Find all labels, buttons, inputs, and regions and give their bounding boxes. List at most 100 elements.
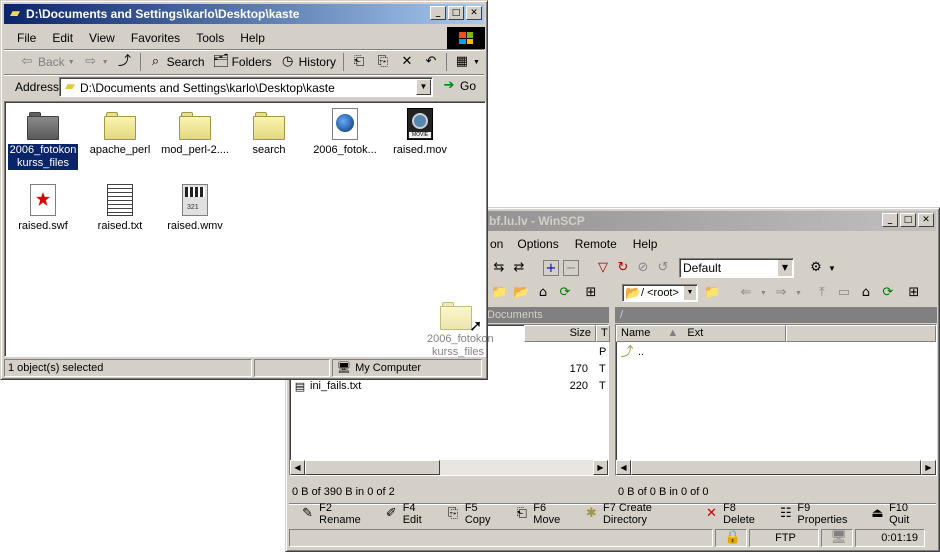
winscp-title: e.bf.lu.lv - WinSCP: [479, 214, 585, 228]
rename-icon: ✎: [302, 506, 314, 521]
forward-arrow-icon: ⇨: [85, 54, 97, 69]
file-item[interactable]: MOVIE raised.mov: [382, 106, 458, 157]
menu-item[interactable]: Help: [625, 237, 666, 251]
parent-dir-icon[interactable]: ⤒: [814, 285, 830, 301]
explorer-title: D:\Documents and Settings\karlo\Desktop\…: [26, 7, 300, 21]
forward-arrow-icon[interactable]: ⇒: [773, 285, 789, 301]
file-item[interactable]: raised.txt: [82, 182, 158, 233]
compare-icon[interactable]: ⇄: [511, 260, 527, 276]
folder-item[interactable]: search: [231, 106, 307, 157]
scroll-left-icon[interactable]: ◀: [290, 460, 305, 475]
undo-button[interactable]: ↶: [419, 51, 443, 73]
views-button[interactable]: ▦ ▼: [450, 51, 484, 73]
refresh-remote-icon[interactable]: ⟳: [880, 285, 896, 301]
sync-icon[interactable]: ⇆: [491, 260, 507, 276]
explorer-titlebar[interactable]: ▰ D:\Documents and Settings\karlo\Deskto…: [4, 4, 484, 24]
undo-icon: ↶: [425, 54, 437, 69]
maximize-button[interactable]: □: [900, 213, 916, 227]
delete-button[interactable]: ✕ F8 Delete: [704, 502, 768, 526]
select-minus-icon[interactable]: −: [563, 260, 579, 276]
lock-icon: 🔒: [724, 530, 741, 545]
file-item[interactable]: 2006_fotok...: [307, 106, 383, 157]
scroll-left-icon[interactable]: ◀: [616, 460, 631, 475]
remote-path-select[interactable]: 📂 / <root> ▼: [622, 284, 698, 302]
scroll-right-icon[interactable]: ▶: [921, 460, 936, 475]
open-folder-icon[interactable]: 📁: [704, 285, 720, 301]
tree-remote-icon[interactable]: ⊞: [906, 285, 922, 301]
table-row[interactable]: ▤ ini_fails.txt 220 T: [290, 379, 608, 395]
chevron-down-icon[interactable]: ▼: [684, 286, 696, 300]
search-button[interactable]: ⌕ Search: [144, 51, 209, 73]
move-button[interactable]: ⎗ F6 Move: [514, 502, 574, 526]
up-folder-button[interactable]: ⤴: [113, 51, 137, 73]
close-button[interactable]: ✕: [466, 6, 482, 20]
explorer-toolbar: ⇦ Back ▼ ⇨ ▼ ⤴ ⌕ Search 🗂 Folders ◷ History ⎗ …: [15, 51, 484, 73]
parent-folder-icon[interactable]: 📁: [491, 285, 507, 301]
filter-icon[interactable]: ▽: [595, 260, 611, 276]
stop-icon[interactable]: ⊘: [635, 260, 651, 276]
go-button[interactable]: ➔ Go: [441, 78, 476, 94]
folder-item[interactable]: apache_perl: [82, 106, 158, 157]
menu-help[interactable]: Help: [232, 31, 273, 45]
remote-nav-toolbar: 📂 / <root> ▼ 📁 ⇐ ▼ ⇒ ▼ ⤒ ▭ ⌂ ⟳ ⊞: [622, 282, 932, 304]
copy-button[interactable]: ⎘ F5 Copy: [446, 502, 504, 526]
root-folder-icon[interactable]: 📂: [513, 285, 529, 301]
file-item[interactable]: raised.swf: [5, 182, 81, 233]
session-gear-icon[interactable]: ⚙: [808, 260, 824, 276]
session-select[interactable]: Default ▼: [679, 258, 794, 278]
menu-item[interactable]: Remote: [567, 237, 625, 251]
create-directory-button[interactable]: ✱ F7 Create Directory: [584, 502, 694, 526]
copy-to-button[interactable]: ⎘: [371, 51, 395, 73]
address-field[interactable]: ▰ D:\Documents and Settings\karlo\Deskto…: [59, 77, 433, 97]
file-view[interactable]: 2006_fotokon kurss_files apache_perl mod…: [4, 101, 494, 358]
scroll-thumb[interactable]: [631, 460, 921, 475]
go-arrow-icon: ➔: [443, 78, 455, 93]
edit-button[interactable]: ✐ F4 Edit: [384, 502, 436, 526]
delete-icon: ✕: [401, 54, 413, 69]
chevron-down-icon[interactable]: ▼: [778, 260, 792, 276]
tree-icon[interactable]: ⊞: [583, 285, 599, 301]
scroll-right-icon[interactable]: ▶: [593, 460, 608, 475]
close-button[interactable]: ✕: [918, 213, 934, 227]
menu-favorites[interactable]: Favorites: [123, 31, 188, 45]
quit-button[interactable]: ⏏ F10 Quit: [870, 502, 929, 526]
move-to-button[interactable]: ⎗: [347, 51, 371, 73]
menu-view[interactable]: View: [81, 31, 123, 45]
menu-edit[interactable]: Edit: [44, 31, 81, 45]
root-dir-icon[interactable]: ▭: [836, 285, 852, 301]
remote-file-panel[interactable]: Name ▲ Ext ⤴ .. ◀ ▶: [615, 324, 937, 476]
home-dir-icon[interactable]: ⌂: [858, 285, 874, 301]
history-button[interactable]: ◷ History: [276, 51, 340, 73]
minimize-button[interactable]: _: [882, 213, 898, 227]
delete-button[interactable]: ✕: [395, 51, 419, 73]
minimize-button[interactable]: _: [430, 6, 446, 20]
local-hscrollbar[interactable]: ◀ ▶: [290, 460, 608, 475]
select-plus-icon[interactable]: +: [543, 260, 559, 276]
forward-button[interactable]: ⇨ ▼: [79, 51, 113, 73]
explorer-menubar: File Edit View Favorites Tools Help: [9, 28, 273, 48]
maximize-button[interactable]: □: [448, 6, 464, 20]
refresh-icon[interactable]: ↻: [615, 260, 631, 276]
table-row[interactable]: ⤴ ..: [616, 345, 934, 361]
file-item[interactable]: 321 raised.wmv: [157, 182, 233, 233]
folder-item[interactable]: 2006_fotokon kurss_files: [5, 106, 81, 170]
properties-button[interactable]: ☷ F9 Properties: [778, 502, 860, 526]
folder-item[interactable]: mod_perl-2....: [157, 106, 233, 157]
back-button[interactable]: ⇦ Back ▼: [15, 51, 79, 73]
col-name-header[interactable]: Name ▲ Ext: [616, 325, 786, 342]
chevron-down-icon[interactable]: ▼: [416, 79, 431, 95]
remote-hscrollbar[interactable]: ◀ ▶: [616, 460, 936, 475]
rename-button[interactable]: ✎ F2 Rename: [300, 502, 374, 526]
home-icon[interactable]: ⌂: [535, 285, 551, 301]
col-type-header[interactable]: T: [596, 325, 610, 342]
scroll-thumb[interactable]: [305, 460, 440, 475]
folders-button[interactable]: 🗂 Folders: [209, 51, 276, 73]
menu-item[interactable]: Options: [509, 237, 566, 251]
col-size-header[interactable]: Size: [524, 325, 596, 342]
reload-icon[interactable]: ↺: [655, 260, 671, 276]
menu-tools[interactable]: Tools: [188, 31, 232, 45]
col-blank-header[interactable]: [786, 325, 936, 342]
menu-file[interactable]: File: [9, 31, 44, 45]
back-arrow-icon[interactable]: ⇐: [738, 285, 754, 301]
refresh-local-icon[interactable]: ⟳: [557, 285, 573, 301]
